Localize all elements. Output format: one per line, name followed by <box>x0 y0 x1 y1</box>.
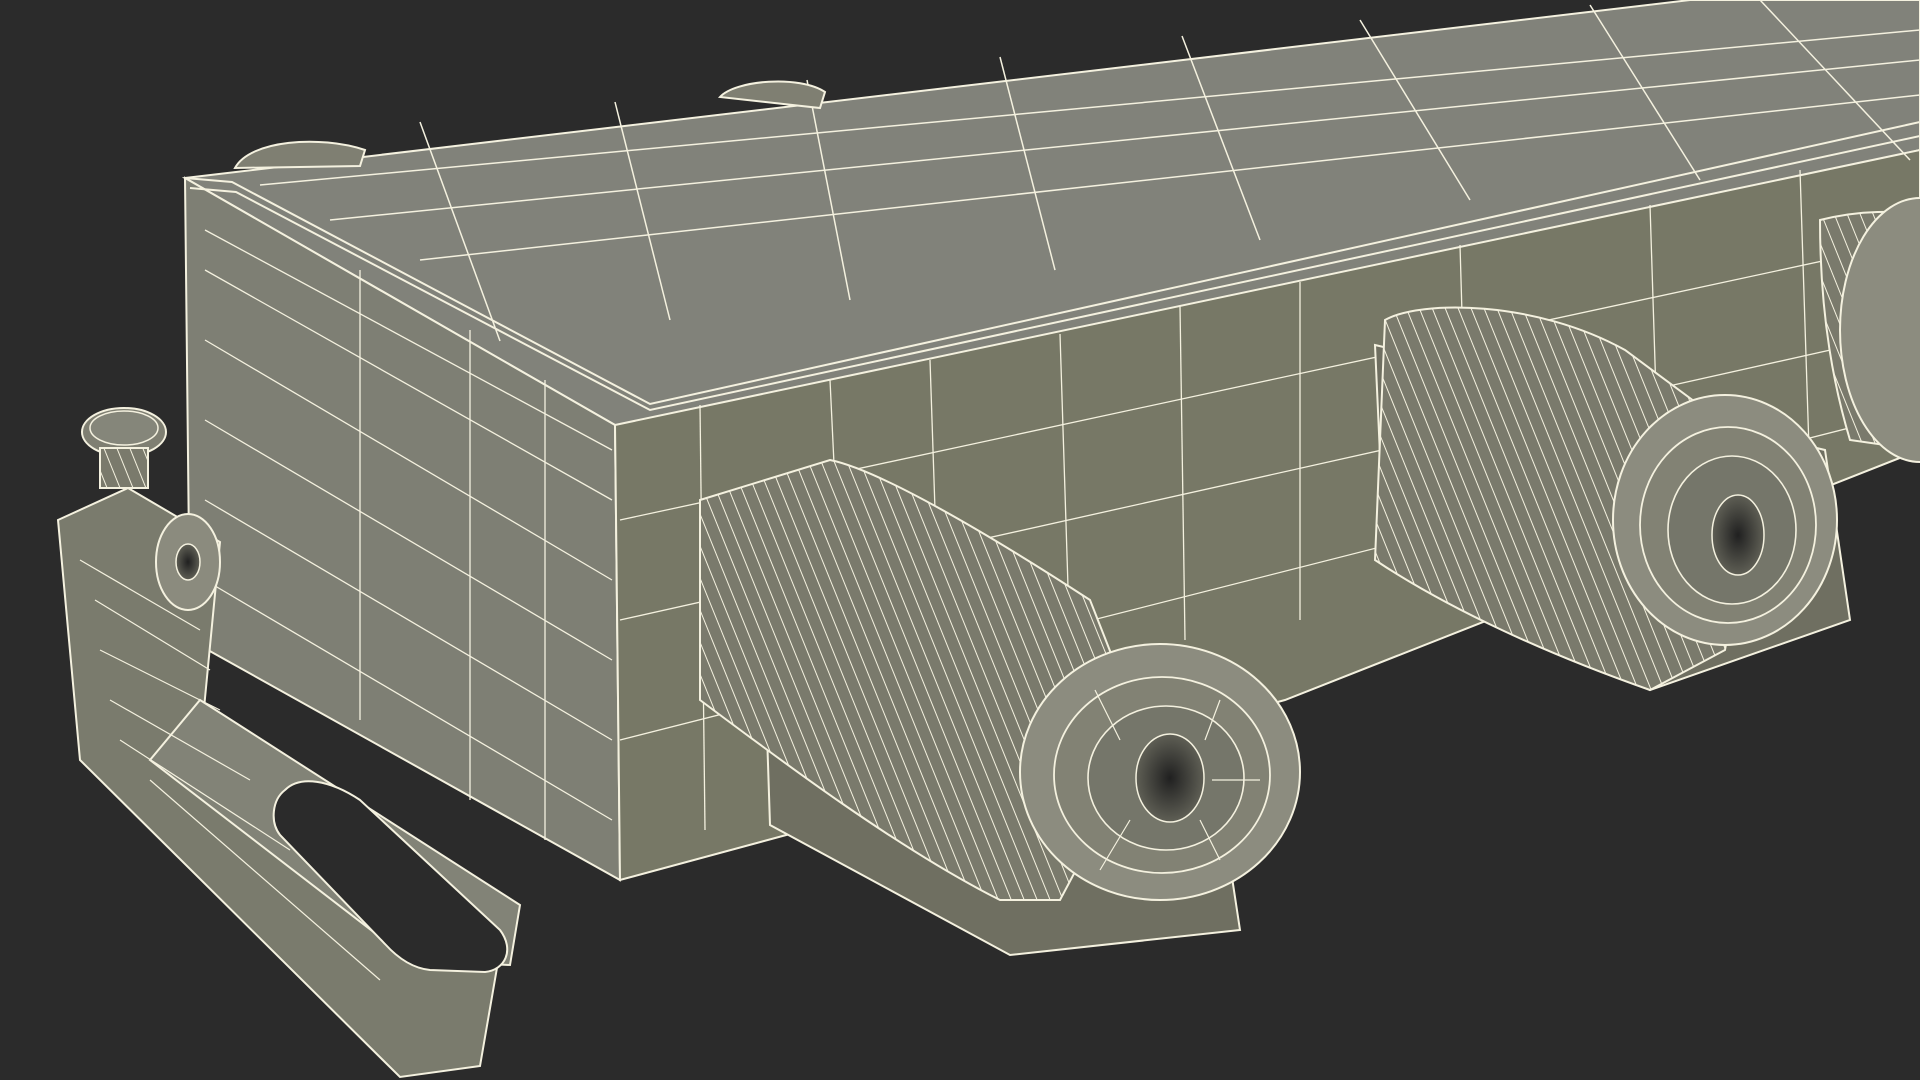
render-viewport <box>0 0 1920 1080</box>
wireframe-render <box>56 0 1920 1079</box>
